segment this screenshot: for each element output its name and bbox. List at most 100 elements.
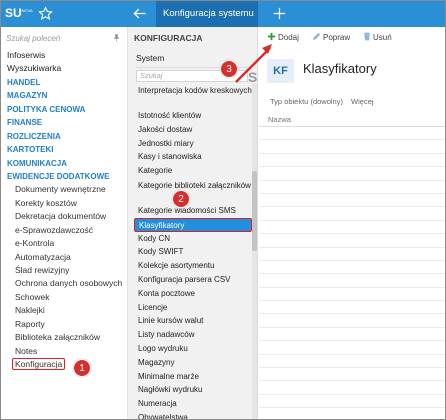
pencil-icon (312, 32, 321, 41)
system-group-selector[interactable]: System (136, 53, 164, 63)
sidebar-category[interactable]: POLITYKA CENOWA (0, 103, 122, 116)
sidebar-item[interactable]: e-Sprawozdawczość (0, 224, 122, 237)
config-list-item[interactable]: Kategorie wiadomości SMS (134, 204, 252, 218)
table-row[interactable] (259, 341, 446, 355)
edit-button[interactable]: Popraw (312, 32, 350, 43)
object-badge: KF (267, 59, 294, 83)
config-list-item[interactable]: Licencje (134, 301, 252, 315)
table-row[interactable] (259, 221, 446, 235)
panel-header: KONFIGURACJA (134, 33, 203, 43)
sidebar-item[interactable]: Dokumenty wewnętrzne (0, 183, 122, 196)
table-row[interactable] (259, 194, 446, 208)
config-list-item[interactable]: Konfiguracja parsera CSV (134, 273, 252, 287)
config-list-item[interactable]: Nagłówki wydruku (134, 383, 252, 397)
step-badge-3: 3 (220, 60, 238, 78)
config-list-item[interactable]: Konta pocztowe (134, 287, 252, 301)
table-row[interactable] (259, 274, 446, 288)
table-row[interactable] (259, 248, 446, 261)
plus-icon[interactable] (272, 6, 287, 21)
pin-icon[interactable] (112, 33, 121, 43)
config-list-item[interactable]: Obywatelstwa (134, 411, 252, 420)
config-list-item[interactable]: Klasyfikatory (134, 217, 252, 232)
sidebar-category[interactable]: KOMUNIKACJA (0, 157, 122, 170)
table-row[interactable] (259, 167, 446, 181)
sidebar-category[interactable]: EWIDENCJE DODATKOWE (0, 170, 122, 183)
table-row[interactable] (259, 381, 446, 395)
config-list-item[interactable]: Numeracja (134, 397, 252, 411)
tab-konfiguracja-systemu[interactable]: Konfiguracja systemu (156, 0, 258, 27)
scrollbar[interactable] (252, 83, 257, 420)
sidebar-category[interactable]: KARTOTEKI (0, 143, 122, 156)
table-row[interactable] (259, 355, 446, 369)
table-row[interactable] (259, 368, 446, 382)
table-row[interactable] (259, 301, 446, 315)
config-list-item[interactable]: Linie kursów walut (134, 314, 252, 328)
config-list-item[interactable]: Kody SWIFT (134, 245, 252, 259)
sidebar-item-label: ROZLICZENIA (7, 131, 61, 141)
delete-button[interactable]: Usuń (363, 32, 392, 43)
add-button[interactable]: Dodaj (267, 32, 299, 43)
table-row[interactable] (259, 140, 446, 154)
table-row[interactable] (259, 154, 446, 168)
config-list-item[interactable]: Kody CN (134, 232, 252, 246)
config-list-item[interactable]: Logo wydruku (134, 342, 252, 356)
scrollbar-thumb[interactable] (252, 171, 257, 251)
back-arrow-icon[interactable] (132, 6, 148, 21)
object-type-filter[interactable]: Typ obiektu (dowolny) (270, 97, 343, 106)
table-row[interactable] (259, 127, 446, 141)
config-list-item[interactable]: Interpretacja kodów kreskowych (134, 83, 252, 109)
sidebar-category[interactable]: MAGAZYN (0, 89, 122, 102)
sidebar-item-label: e-Kontrola (15, 238, 55, 249)
app-logo[interactable]: SU ENOVA (5, 4, 33, 23)
sidebar-item[interactable]: Biblioteka załączników (0, 331, 122, 344)
sidebar-item[interactable]: Ślad rewizyjny (0, 264, 122, 277)
config-list-item[interactable]: Listy nadawców (134, 328, 252, 342)
table-row[interactable] (259, 181, 446, 194)
page-title: Klasyfikatory (303, 61, 377, 76)
sidebar-item[interactable]: Dekretacja dokumentów (0, 210, 122, 223)
navigation-sidebar: Szukaj poleceń Infoserwis Wyszukiwarka HAN… (0, 27, 128, 420)
table-row[interactable] (259, 234, 446, 248)
sidebar-item[interactable]: Infoserwis (0, 49, 122, 62)
sidebar-item[interactable]: Wyszukiwarka (0, 62, 122, 75)
sidebar-item[interactable]: Naklejki (0, 304, 122, 317)
config-list-item[interactable]: Minimalne marże (134, 370, 252, 384)
star-icon[interactable] (38, 6, 53, 21)
table-row[interactable] (259, 314, 446, 328)
sidebar-item[interactable]: Korekty kosztów (0, 197, 122, 210)
config-list-item[interactable]: Jakości dostaw (134, 123, 252, 137)
sidebar-category[interactable]: HANDEL (0, 76, 122, 89)
sidebar-menu: Infoserwis Wyszukiwarka HANDEL MAGAZYN POLIT… (0, 49, 122, 372)
table-row[interactable] (259, 207, 446, 221)
config-list-item[interactable]: Jednostki miary (134, 137, 252, 151)
config-list-item[interactable]: Kategorie biblioteki załączników (134, 178, 252, 204)
sidebar-item-label: Korekty kosztów (15, 197, 77, 208)
config-list-item[interactable]: Kolekcje asortymentu (134, 259, 252, 273)
config-list-item[interactable]: Magazyny (134, 356, 252, 370)
table-row[interactable] (259, 395, 446, 409)
sidebar-item-label: EWIDENCJE DODATKOWE (7, 171, 110, 181)
table-row[interactable] (259, 328, 446, 342)
column-header-name[interactable]: Nazwa (259, 113, 446, 127)
logo-subtext: ENOVA (19, 8, 33, 13)
sidebar-item[interactable]: Automatyzacja (0, 251, 122, 264)
sidebar-category[interactable]: FINANSE (0, 116, 122, 129)
content-panel: Dodaj Popraw Usuń KF Klasyfikatory Typ o… (259, 27, 446, 420)
sidebar-item[interactable]: Raporty (0, 318, 122, 331)
sidebar-item-label: Dekretacja dokumentów (15, 211, 107, 222)
more-filters-link[interactable]: Więcej (351, 97, 374, 106)
table-row[interactable] (259, 288, 446, 302)
sidebar-item[interactable]: Konfiguracja (0, 358, 122, 371)
sidebar-item[interactable]: Notes (0, 345, 122, 358)
sidebar-item[interactable]: Schowek (0, 291, 122, 304)
sidebar-item-label: KARTOTEKI (7, 145, 54, 155)
sidebar-search-input[interactable]: Szukaj poleceń (6, 32, 122, 46)
config-list-item[interactable]: Istotność klientów (134, 109, 252, 123)
sidebar-category[interactable]: ROZLICZENIA (0, 130, 122, 143)
table-row[interactable] (259, 261, 446, 275)
config-list-item[interactable]: Kategorie (134, 164, 252, 178)
sidebar-item-label: e-Sprawozdawczość (15, 224, 93, 235)
sidebar-item[interactable]: e-Kontrola (0, 237, 122, 250)
config-list-item[interactable]: Kasy i stanowiska (134, 150, 252, 164)
sidebar-item[interactable]: Ochrona danych osobowych (0, 277, 122, 290)
